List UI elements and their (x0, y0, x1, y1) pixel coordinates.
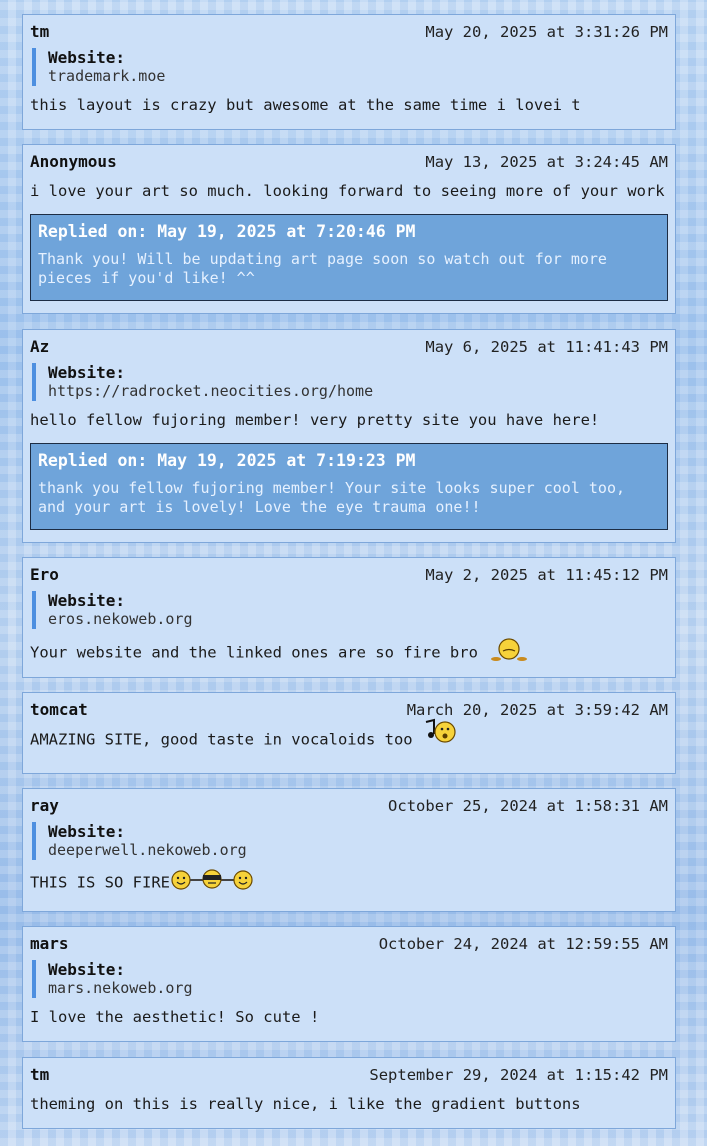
comment-date: October 25, 2024 at 1:58:31 AM (388, 797, 668, 815)
website-link[interactable]: trademark.moe (48, 67, 668, 86)
comment-text-row: Your website and the linked ones are so … (30, 637, 668, 669)
website-block: Website: eros.nekoweb.org (32, 591, 668, 629)
website-block: Website: mars.nekoweb.org (32, 960, 668, 998)
admin-reply: Replied on: May 19, 2025 at 7:20:46 PM T… (30, 214, 668, 301)
comment-text: i love your art so much. looking forward… (30, 182, 665, 200)
comment-card: tomcat March 20, 2025 at 3:59:42 AM AMAZ… (22, 692, 676, 774)
comment-date: May 13, 2025 at 3:24:45 AM (425, 153, 668, 171)
comment-date: October 24, 2024 at 12:59:55 AM (378, 935, 668, 953)
comment-text: I love the aesthetic! So cute ! (30, 1008, 320, 1026)
comment-text: hello fellow fujoring member! very prett… (30, 411, 600, 429)
singing-smiley-icon (422, 718, 458, 752)
comment-text: this layout is crazy but awesome at the … (30, 96, 581, 114)
website-label: Website: (48, 48, 126, 67)
comment-author: Anonymous (30, 152, 117, 171)
comment-text: AMAZING SITE, good taste in vocaloids to… (30, 730, 413, 749)
reply-text: thank you fellow fujoring member! Your s… (38, 479, 625, 516)
reply-header: Replied on: May 19, 2025 at 7:20:46 PM (38, 222, 416, 241)
comment-text-row: THIS IS SO FIRE (30, 868, 668, 898)
comment-card: tm May 20, 2025 at 3:31:26 PM Website: t… (22, 14, 676, 130)
website-block: Website: trademark.moe (32, 48, 668, 86)
reply-header: Replied on: May 19, 2025 at 7:19:23 PM (38, 451, 416, 470)
website-link[interactable]: eros.nekoweb.org (48, 610, 668, 629)
reply-text: Thank you! Will be updating art page soo… (38, 250, 607, 287)
comment-card: Az May 6, 2025 at 11:41:43 PM Website: h… (22, 329, 676, 543)
sweating-smiley-icon (487, 637, 531, 669)
comment-author: tomcat (30, 700, 88, 719)
comment-author: ray (30, 796, 59, 815)
comment-card: mars October 24, 2024 at 12:59:55 AM Web… (22, 926, 676, 1042)
comment-author: tm (30, 22, 50, 41)
comment-card: Anonymous May 13, 2025 at 3:24:45 AM i l… (22, 144, 676, 314)
website-link[interactable]: deeperwell.nekoweb.org (48, 841, 668, 860)
comment-author: Az (30, 337, 50, 356)
website-label: Website: (48, 363, 126, 382)
website-block: Website: deeperwell.nekoweb.org (32, 822, 668, 860)
smiley-group-icon (170, 868, 254, 898)
admin-reply: Replied on: May 19, 2025 at 7:19:23 PM t… (30, 443, 668, 530)
comment-date: May 20, 2025 at 3:31:26 PM (425, 23, 668, 41)
comment-card: ray October 25, 2024 at 1:58:31 AM Websi… (22, 788, 676, 912)
comment-text: Your website and the linked ones are so … (30, 643, 478, 662)
website-label: Website: (48, 822, 126, 841)
comment-date: May 6, 2025 at 11:41:43 PM (425, 338, 668, 356)
comment-author: Ero (30, 565, 59, 584)
comment-text: THIS IS SO FIRE (30, 873, 170, 892)
website-label: Website: (48, 960, 126, 979)
comment-text: theming on this is really nice, i like t… (30, 1095, 581, 1113)
comment-text-row: AMAZING SITE, good taste in vocaloids to… (30, 718, 668, 752)
website-block: Website: https://radrocket.neocities.org… (32, 363, 668, 401)
website-link[interactable]: https://radrocket.neocities.org/home (48, 382, 668, 401)
comment-date: March 20, 2025 at 3:59:42 AM (406, 701, 668, 719)
comment-author: mars (30, 934, 69, 953)
comment-card: tm September 29, 2024 at 1:15:42 PM them… (22, 1057, 676, 1129)
comment-date: September 29, 2024 at 1:15:42 PM (369, 1066, 668, 1084)
website-label: Website: (48, 591, 126, 610)
comment-card: Ero May 2, 2025 at 11:45:12 PM Website: … (22, 557, 676, 678)
comment-author: tm (30, 1065, 50, 1084)
website-link[interactable]: mars.nekoweb.org (48, 979, 668, 998)
comment-date: May 2, 2025 at 11:45:12 PM (425, 566, 668, 584)
